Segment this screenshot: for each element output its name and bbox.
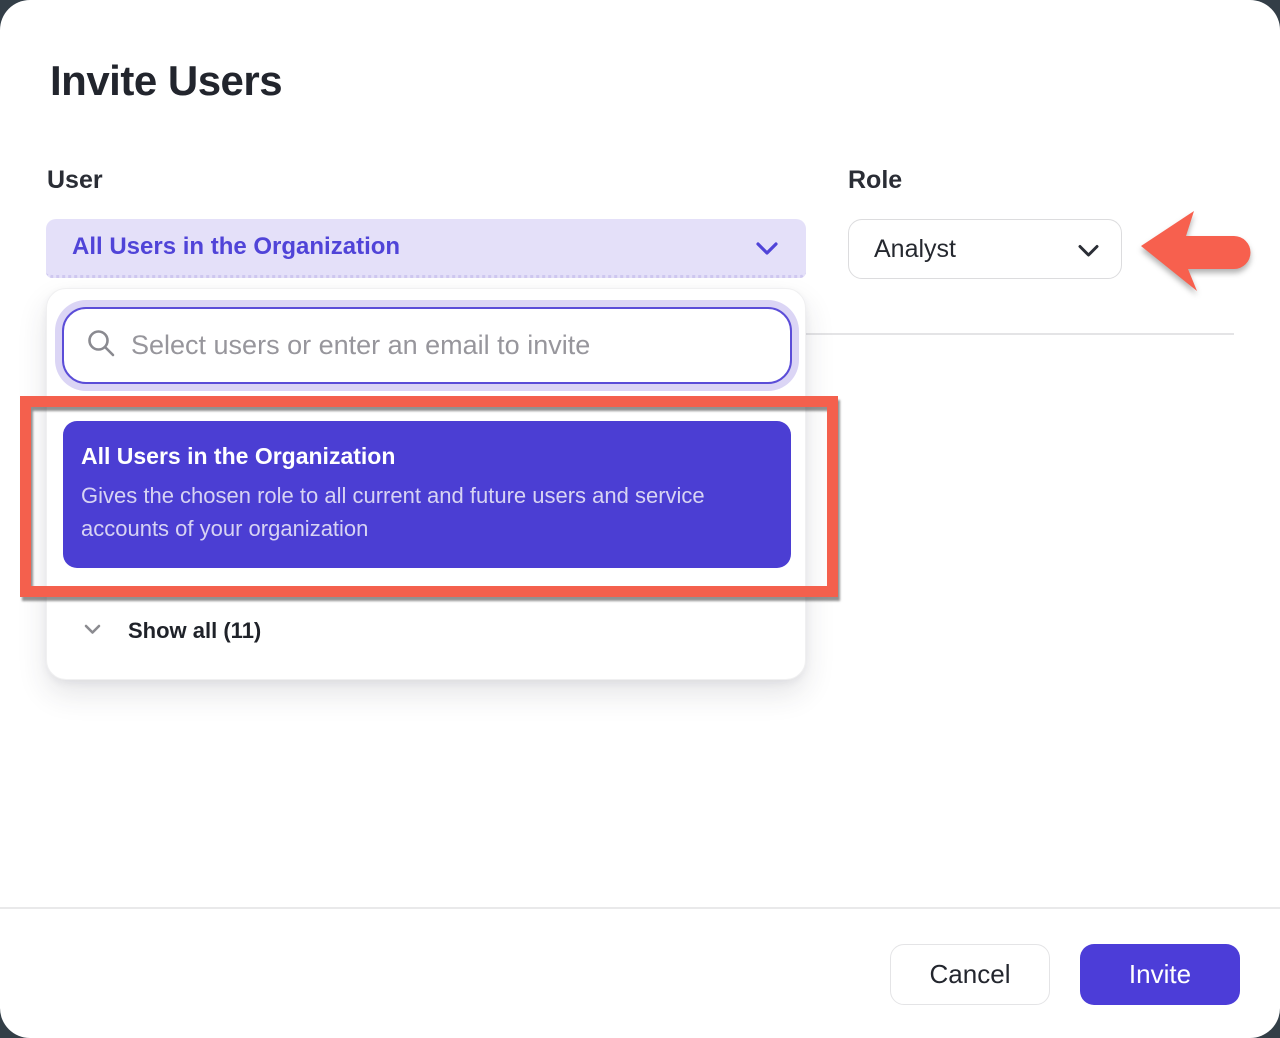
- option-description: Gives the chosen role to all current and…: [81, 479, 769, 545]
- user-field-label: User: [47, 166, 103, 195]
- show-all-label: Show all (11): [128, 618, 261, 644]
- chevron-down-icon: [84, 622, 101, 640]
- option-all-users[interactable]: All Users in the Organization Gives the …: [63, 421, 791, 568]
- chevron-down-icon: [756, 241, 778, 261]
- user-search-box[interactable]: [62, 307, 792, 384]
- page-title: Invite Users: [50, 57, 282, 105]
- user-select-value: All Users in the Organization: [72, 233, 400, 261]
- invite-users-dialog: Invite Users User Role All Users in the …: [0, 0, 1280, 1038]
- role-field-label: Role: [848, 166, 902, 195]
- footer-divider: [0, 907, 1280, 909]
- red-arrow-annotation: [1130, 195, 1256, 302]
- show-all-toggle[interactable]: Show all (11): [47, 601, 805, 661]
- user-select-dropdown[interactable]: All Users in the Organization: [46, 219, 806, 278]
- option-title: All Users in the Organization: [81, 443, 773, 470]
- role-select-value: Analyst: [874, 235, 956, 264]
- cancel-button[interactable]: Cancel: [890, 944, 1050, 1005]
- chevron-down-icon: [1078, 244, 1099, 263]
- role-select-dropdown[interactable]: Analyst: [848, 219, 1122, 279]
- user-search-input[interactable]: [131, 330, 774, 361]
- invite-button[interactable]: Invite: [1080, 944, 1240, 1005]
- user-dropdown-panel: All Users in the Organization Gives the …: [46, 288, 806, 680]
- search-icon: [86, 328, 116, 363]
